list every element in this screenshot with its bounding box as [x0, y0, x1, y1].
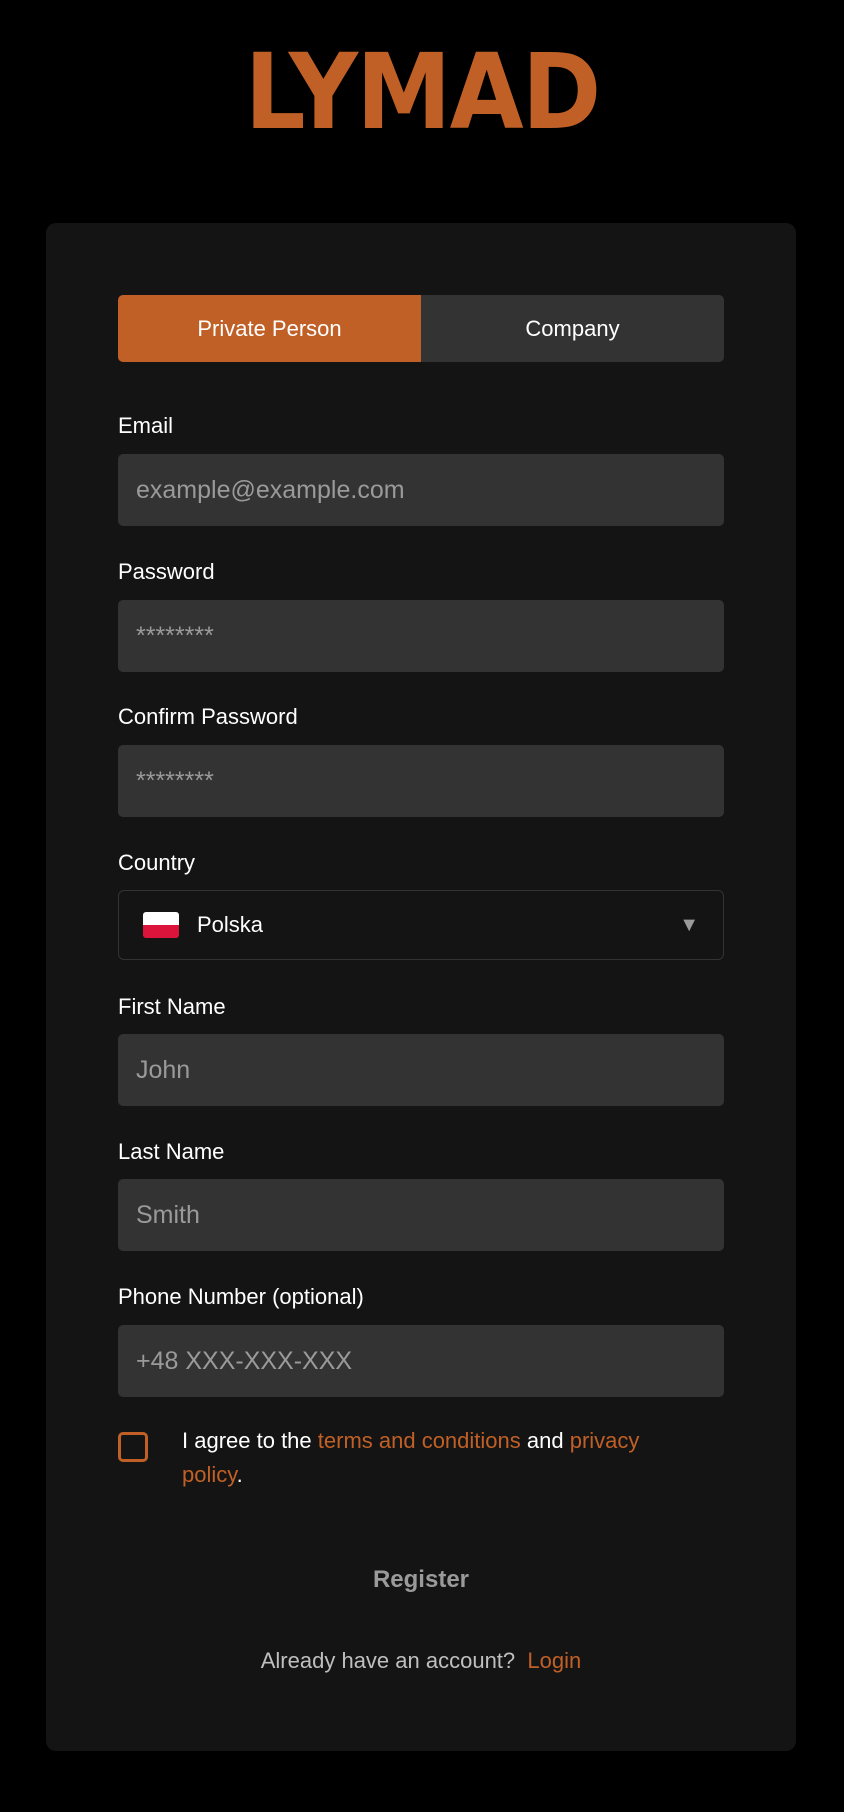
- terms-link[interactable]: terms and conditions: [318, 1428, 521, 1453]
- password-label: Password: [118, 559, 215, 584]
- agree-suffix: .: [236, 1462, 243, 1487]
- tab-private-person[interactable]: Private Person: [118, 295, 421, 362]
- last-name-field[interactable]: [118, 1179, 724, 1251]
- country-select[interactable]: Polska ▼: [118, 890, 724, 960]
- country-value: Polska: [197, 912, 264, 937]
- phone-label: Phone Number (optional): [118, 1284, 364, 1309]
- first-name-field[interactable]: [118, 1034, 724, 1106]
- first-name-label: First Name: [118, 994, 226, 1019]
- password-field[interactable]: [118, 600, 724, 672]
- country-label: Country: [118, 850, 196, 875]
- email-field[interactable]: [118, 454, 724, 526]
- last-name-label: Last Name: [118, 1139, 225, 1164]
- registration-card: Private Person Company Email Password Co…: [46, 223, 796, 1751]
- confirm-password-label: Confirm Password: [118, 704, 298, 729]
- terms-agreement-text: I agree to the terms and conditions and …: [182, 1424, 702, 1492]
- login-link[interactable]: Login: [527, 1648, 581, 1673]
- tab-company[interactable]: Company: [421, 295, 724, 362]
- account-type-tabs: Private Person Company: [118, 295, 724, 362]
- phone-field[interactable]: [118, 1325, 724, 1397]
- brand-logo: LYMAD: [244, 31, 602, 153]
- agree-middle: and: [520, 1428, 570, 1453]
- agree-prefix: I agree to the: [182, 1428, 318, 1453]
- login-prompt-text: Already have an account?: [260, 1648, 516, 1673]
- terms-checkbox[interactable]: [118, 1432, 148, 1462]
- register-button[interactable]: Register: [118, 1555, 724, 1605]
- email-label: Email: [118, 413, 174, 438]
- confirm-password-field[interactable]: [118, 745, 724, 817]
- chevron-down-icon: ▼: [679, 913, 699, 936]
- login-prompt: Already have an account? Login: [46, 1648, 796, 1674]
- poland-flag-icon: [143, 912, 179, 938]
